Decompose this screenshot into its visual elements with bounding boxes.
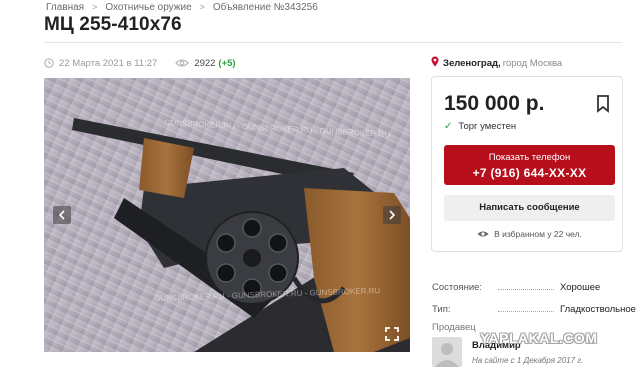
divider bbox=[44, 42, 622, 43]
check-icon: ✓ bbox=[444, 121, 453, 132]
show-phone-label: Показать телефон bbox=[488, 152, 571, 163]
location-city: Зеленоград, bbox=[443, 57, 501, 69]
property-key: Тип: bbox=[432, 304, 451, 315]
breadcrumb-category-link[interactable]: Охотничье оружие bbox=[105, 2, 191, 13]
gallery-next-button[interactable] bbox=[383, 206, 401, 224]
fullscreen-icon bbox=[385, 327, 399, 341]
chevron-right-icon: > bbox=[92, 2, 98, 12]
properties-list: Состояние: Хорошее Тип: Гладкоствольное bbox=[432, 271, 636, 315]
property-row: Состояние: Хорошее bbox=[432, 271, 636, 293]
haggle-label: Торг уместен bbox=[458, 121, 517, 132]
gallery-prev-button[interactable] bbox=[53, 206, 71, 224]
chevron-right-icon: > bbox=[199, 2, 205, 12]
views-count: 2922 bbox=[194, 57, 216, 69]
site-watermark: YAPLAKAL.COM bbox=[480, 330, 598, 346]
property-value: Гладкоствольное bbox=[560, 304, 636, 315]
photo-gallery[interactable]: GUNSBROKER.RU - GUNSBROKER.RU - GUNSBROK… bbox=[44, 78, 410, 352]
views-delta: (+5) bbox=[218, 57, 236, 69]
bookmark-icon bbox=[596, 95, 610, 117]
send-message-button[interactable]: Написать сообщение bbox=[444, 195, 615, 221]
breadcrumb-current: Объявление №343256 bbox=[212, 1, 318, 13]
offer-card: 150 000 р. ✓ Торг уместен Показать телеф… bbox=[431, 76, 623, 252]
favorites-count: В избранном у 22 чел. bbox=[444, 229, 615, 239]
property-dots bbox=[498, 311, 554, 312]
listing-meta: 22 Марта 2021 в 11:27 2922 (+5) bbox=[44, 56, 236, 70]
avatar[interactable] bbox=[432, 337, 462, 367]
property-value: Хорошее bbox=[560, 282, 601, 293]
show-phone-button[interactable]: Показать телефон +7 (916) 644-XX-XX bbox=[444, 145, 615, 185]
seller-since: На сайте с 1 Декабря 2017 г. bbox=[472, 356, 584, 365]
favorites-label: В избранном у 22 чел. bbox=[494, 229, 582, 239]
property-dots bbox=[498, 289, 554, 290]
arrow-right-icon bbox=[388, 210, 396, 220]
listing-photo bbox=[44, 78, 410, 352]
listing-date: 22 Марта 2021 в 11:27 bbox=[59, 57, 158, 69]
views-counter: 2922 (+5) bbox=[175, 57, 236, 69]
bookmark-button[interactable] bbox=[596, 95, 610, 113]
page-title: МЦ 255-410х76 bbox=[44, 14, 182, 35]
haggle-status: ✓ Торг уместен bbox=[444, 121, 516, 132]
eye-icon bbox=[477, 230, 489, 238]
breadcrumb: Главная > Охотничье оружие > Объявление … bbox=[46, 0, 318, 14]
arrow-left-icon bbox=[58, 210, 66, 220]
phone-number: +7 (916) 644-XX-XX bbox=[472, 166, 587, 180]
seller-label: Продавец bbox=[432, 322, 476, 333]
location-region: город Москва bbox=[502, 57, 563, 69]
location: Зеленоград, город Москва bbox=[431, 56, 562, 70]
eye-icon bbox=[175, 58, 189, 68]
price: 150 000 р. bbox=[444, 92, 545, 115]
location-pin-icon bbox=[431, 56, 439, 70]
clock-icon bbox=[44, 58, 54, 68]
fullscreen-button[interactable] bbox=[384, 326, 400, 342]
breadcrumb-home-link[interactable]: Главная bbox=[46, 2, 84, 13]
property-key: Состояние: bbox=[432, 282, 483, 293]
property-row: Тип: Гладкоствольное bbox=[432, 293, 636, 315]
